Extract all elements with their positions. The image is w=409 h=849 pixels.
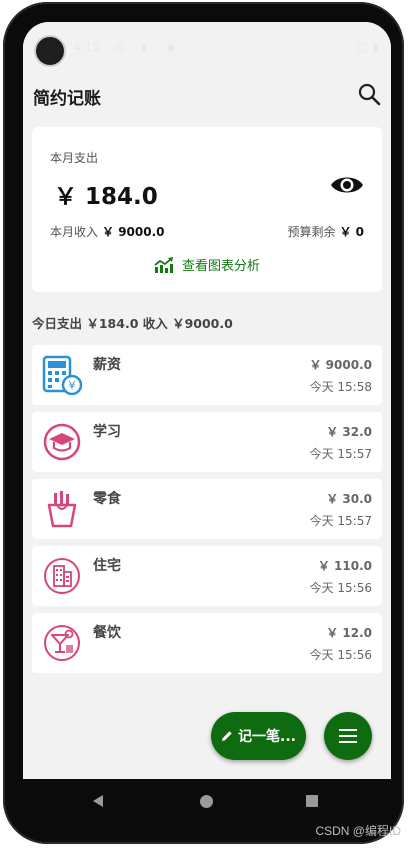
search-icon xyxy=(358,83,381,106)
recent-apps-icon[interactable] xyxy=(306,795,318,807)
pencil-icon xyxy=(222,731,232,741)
fries-icon xyxy=(47,491,77,528)
cocktail-icon xyxy=(44,625,80,661)
record-item[interactable]: 学习 ￥ 32.0 今天 15:57 xyxy=(32,412,382,472)
status-system-icons: ◫ ▮ xyxy=(357,40,379,54)
add-record-button[interactable]: 记一笔... xyxy=(211,712,306,760)
record-time: 今天 15:56 xyxy=(309,581,372,595)
record-time: 今天 15:58 xyxy=(309,380,372,394)
building-icon xyxy=(44,558,80,594)
app-title: 简约记账 xyxy=(33,89,101,109)
record-item[interactable]: 零食 ￥ 30.0 今天 15:57 xyxy=(32,479,382,539)
month-expense-amount: ￥ 184.0 xyxy=(54,184,158,210)
record-category: 薪资 xyxy=(93,357,121,373)
month-expense-label: 本月支出 xyxy=(50,151,99,165)
svg-text:¥: ¥ xyxy=(69,379,76,392)
menu-icon xyxy=(339,729,357,743)
status-time: 4:15 xyxy=(73,40,100,54)
phone-frame: 4:15 ⊙ ◐ ▪ ◫ ▮ 简约记账 本月支出 ￥ 184.0 本月收入 ￥ … xyxy=(3,2,404,844)
status-notification-icons: ⊙ ◐ ▪ xyxy=(115,40,182,54)
view-chart-analysis-label: 查看图表分析 xyxy=(181,259,260,274)
record-item[interactable]: 餐饮 ￥ 12.0 今天 15:56 xyxy=(32,613,382,673)
back-icon[interactable] xyxy=(91,794,105,808)
record-time: 今天 15:57 xyxy=(309,514,372,528)
record-category: 住宅 xyxy=(93,558,121,574)
today-summary: 今日支出 ￥184.0 收入 ￥9000.0 xyxy=(32,316,233,331)
month-income-value: ￥ 9000.0 xyxy=(102,225,165,239)
menu-button[interactable] xyxy=(324,712,372,760)
status-bar: 4:15 ⊙ ◐ ▪ ◫ ▮ xyxy=(23,22,391,68)
record-time: 今天 15:56 xyxy=(309,648,372,662)
record-amount: ￥ 30.0 xyxy=(326,492,372,506)
home-icon[interactable] xyxy=(200,795,213,808)
add-record-label: 记一笔... xyxy=(238,729,296,745)
trend-chart-icon xyxy=(154,257,173,273)
record-amount: ￥ 110.0 xyxy=(317,559,372,573)
front-camera xyxy=(34,35,66,67)
record-amount: ￥ 32.0 xyxy=(326,425,372,439)
toggle-visibility-button[interactable] xyxy=(330,173,364,197)
graduation-cap-icon xyxy=(43,423,81,461)
record-category: 零食 xyxy=(93,491,121,507)
record-category: 学习 xyxy=(93,424,121,440)
record-item[interactable]: 住宅 ￥ 110.0 今天 15:56 xyxy=(32,546,382,606)
record-item[interactable]: ¥ 薪资 ￥ 9000.0 今天 15:58 xyxy=(32,345,382,405)
monthly-summary-card: 本月支出 ￥ 184.0 本月收入 ￥ 9000.0 预算剩余 ￥ 0 查看图表… xyxy=(32,127,382,292)
month-income: 本月收入 ￥ 9000.0 xyxy=(50,223,165,240)
app-bar: 简约记账 xyxy=(23,74,391,118)
system-nav-bar xyxy=(23,779,391,825)
budget-remaining-label: 预算剩余 xyxy=(287,225,336,239)
calculator-icon: ¥ xyxy=(42,355,82,395)
record-category: 餐饮 xyxy=(93,625,121,641)
record-time: 今天 15:57 xyxy=(309,447,372,461)
budget-remaining-value: ￥ 0 xyxy=(339,225,364,239)
month-income-label: 本月收入 xyxy=(50,225,99,239)
app-screen: 4:15 ⊙ ◐ ▪ ◫ ▮ 简约记账 本月支出 ￥ 184.0 本月收入 ￥ … xyxy=(23,22,391,779)
record-amount: ￥ 12.0 xyxy=(326,626,372,640)
search-button[interactable] xyxy=(357,82,383,108)
budget-remaining: 预算剩余 ￥ 0 xyxy=(287,223,364,240)
record-amount: ￥ 9000.0 xyxy=(309,358,373,372)
watermark: CSDN @编程ID xyxy=(315,824,401,838)
view-chart-analysis-link[interactable]: 查看图表分析 xyxy=(32,255,382,274)
eye-icon xyxy=(331,177,363,193)
